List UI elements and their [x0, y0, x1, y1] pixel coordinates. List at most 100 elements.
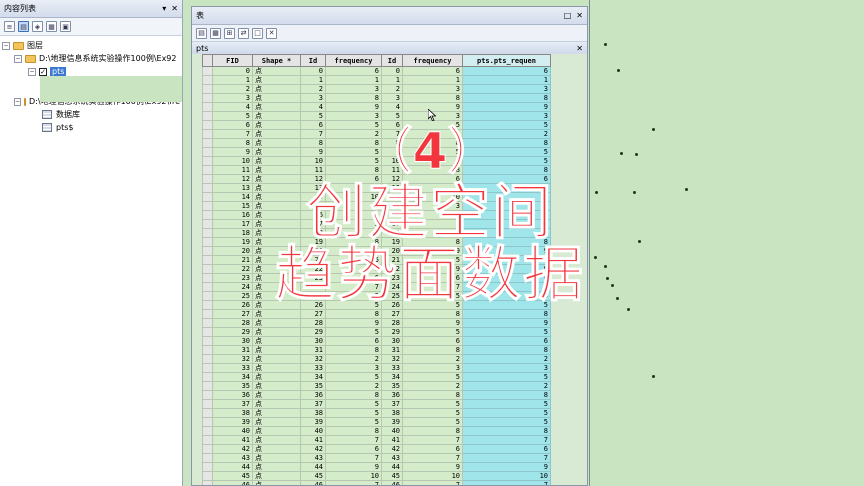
row-selector[interactable] — [202, 237, 213, 247]
table-row[interactable]: 36 点 36 8 36 8 8 — [202, 390, 551, 400]
row-selector[interactable] — [202, 300, 213, 310]
table-cell[interactable]: 44 — [381, 462, 403, 472]
table-cell[interactable]: 9 — [402, 318, 463, 328]
table-cell[interactable]: 8 — [462, 390, 551, 400]
row-selector[interactable] — [202, 471, 213, 481]
table-cell[interactable]: 点 — [252, 84, 301, 94]
column-header[interactable]: Id — [381, 54, 403, 67]
table-cell[interactable]: 4 — [300, 102, 326, 112]
table-cell[interactable]: 3 — [462, 363, 551, 373]
table-cell[interactable]: 8 — [402, 309, 463, 319]
table-cell[interactable]: 33 — [212, 363, 253, 373]
table-cell[interactable]: 41 — [212, 435, 253, 445]
table-cell[interactable]: 9 — [325, 462, 382, 472]
table-row[interactable]: 38 点 38 5 38 5 5 — [202, 408, 551, 418]
table-row[interactable]: 41 点 41 7 41 7 7 — [202, 435, 551, 445]
close-icon[interactable]: ✕ — [576, 11, 583, 20]
row-selector[interactable] — [202, 111, 213, 121]
table-cell[interactable]: 点 — [252, 66, 301, 76]
table-cell[interactable]: 8 — [325, 93, 382, 103]
table-cell[interactable]: 30 — [381, 336, 403, 346]
column-header[interactable]: pts.pts_requen — [462, 54, 551, 67]
map-point[interactable] — [652, 128, 655, 131]
table-cell[interactable]: 9 — [462, 462, 551, 472]
table-cell[interactable]: 8 — [402, 426, 463, 436]
column-header[interactable]: Shape * — [252, 54, 301, 67]
table-options-icon[interactable]: ▤ — [196, 27, 207, 39]
table-cell[interactable]: 42 — [300, 444, 326, 454]
table-cell[interactable]: 34 — [212, 372, 253, 382]
table-cell[interactable]: 37 — [212, 399, 253, 409]
table-cell[interactable]: 7 — [462, 453, 551, 463]
row-selector[interactable] — [202, 201, 213, 211]
table-cell[interactable]: 8 — [462, 426, 551, 436]
row-selector[interactable] — [202, 156, 213, 166]
row-selector[interactable] — [202, 480, 213, 485]
table-cell[interactable]: 5 — [325, 417, 382, 427]
row-selector[interactable] — [202, 291, 213, 301]
row-selector[interactable] — [202, 453, 213, 463]
table-cell[interactable]: 0 — [300, 66, 326, 76]
collapse-icon[interactable]: − — [14, 97, 22, 106]
table-cell[interactable]: 8 — [462, 345, 551, 355]
table-cell[interactable]: 2 — [325, 381, 382, 391]
row-selector[interactable] — [202, 318, 213, 328]
row-selector[interactable] — [202, 75, 213, 85]
table-cell[interactable]: 3 — [212, 93, 253, 103]
table-cell[interactable]: 点 — [252, 480, 301, 485]
table-cell[interactable]: 43 — [381, 453, 403, 463]
table-row[interactable]: 33 点 33 3 33 3 3 — [202, 363, 551, 373]
table-cell[interactable]: 37 — [300, 399, 326, 409]
table-cell[interactable]: 36 — [381, 390, 403, 400]
row-selector[interactable] — [202, 84, 213, 94]
table-cell[interactable]: 32 — [381, 354, 403, 364]
table-cell[interactable]: 2 — [402, 381, 463, 391]
table-cell[interactable]: 5 — [402, 327, 463, 337]
list-by-selection-icon[interactable]: ▦ — [46, 21, 57, 32]
table-cell[interactable]: 6 — [402, 444, 463, 454]
table-cell[interactable]: 点 — [252, 426, 301, 436]
row-selector[interactable] — [202, 147, 213, 157]
toc-close-icon[interactable]: ✕ — [171, 4, 178, 13]
table-row[interactable]: 2点23233 — [202, 84, 551, 94]
tree-layers-root[interactable]: − 图层 — [2, 39, 180, 52]
row-selector[interactable] — [202, 408, 213, 418]
table-cell[interactable]: 8 — [462, 309, 551, 319]
table-cell[interactable]: 34 — [381, 372, 403, 382]
map-point[interactable] — [652, 375, 655, 378]
table-cell[interactable]: 7 — [325, 453, 382, 463]
column-header[interactable]: frequency — [325, 54, 382, 67]
table-cell[interactable]: 40 — [212, 426, 253, 436]
delete-selected-icon[interactable]: ✕ — [266, 27, 277, 39]
table-cell[interactable]: 点 — [252, 381, 301, 391]
table-cell[interactable]: 8 — [402, 345, 463, 355]
table-cell[interactable]: 5 — [402, 408, 463, 418]
toc-dropdown-icon[interactable]: ▾ — [162, 4, 166, 13]
table-cell[interactable]: 0 — [381, 66, 403, 76]
layer-visibility-checkbox[interactable]: ✓ — [39, 67, 47, 76]
row-selector[interactable] — [202, 192, 213, 202]
table-cell[interactable]: 39 — [300, 417, 326, 427]
table-cell[interactable]: 34 — [300, 372, 326, 382]
table-cell[interactable]: 1 — [212, 75, 253, 85]
table-cell[interactable]: 44 — [212, 462, 253, 472]
table-cell[interactable]: 42 — [212, 444, 253, 454]
table-cell[interactable]: 40 — [381, 426, 403, 436]
table-cell[interactable]: 3 — [381, 93, 403, 103]
table-cell[interactable]: 46 — [300, 480, 326, 485]
table-cell[interactable]: 点 — [252, 336, 301, 346]
map-point[interactable] — [617, 69, 620, 72]
row-selector[interactable] — [202, 336, 213, 346]
table-cell[interactable]: 2 — [462, 381, 551, 391]
table-cell[interactable]: 27 — [212, 309, 253, 319]
table-cell[interactable]: 点 — [252, 363, 301, 373]
table-cell[interactable]: 5 — [462, 372, 551, 382]
row-selector[interactable] — [202, 417, 213, 427]
table-row[interactable]: 31 点 31 8 31 8 8 — [202, 345, 551, 355]
table-cell[interactable]: 6 — [462, 444, 551, 454]
row-selector[interactable] — [202, 66, 213, 76]
table-cell[interactable]: 7 — [325, 480, 382, 485]
table-cell[interactable]: 点 — [252, 102, 301, 112]
table-cell[interactable]: 31 — [300, 345, 326, 355]
row-selector[interactable] — [202, 120, 213, 130]
